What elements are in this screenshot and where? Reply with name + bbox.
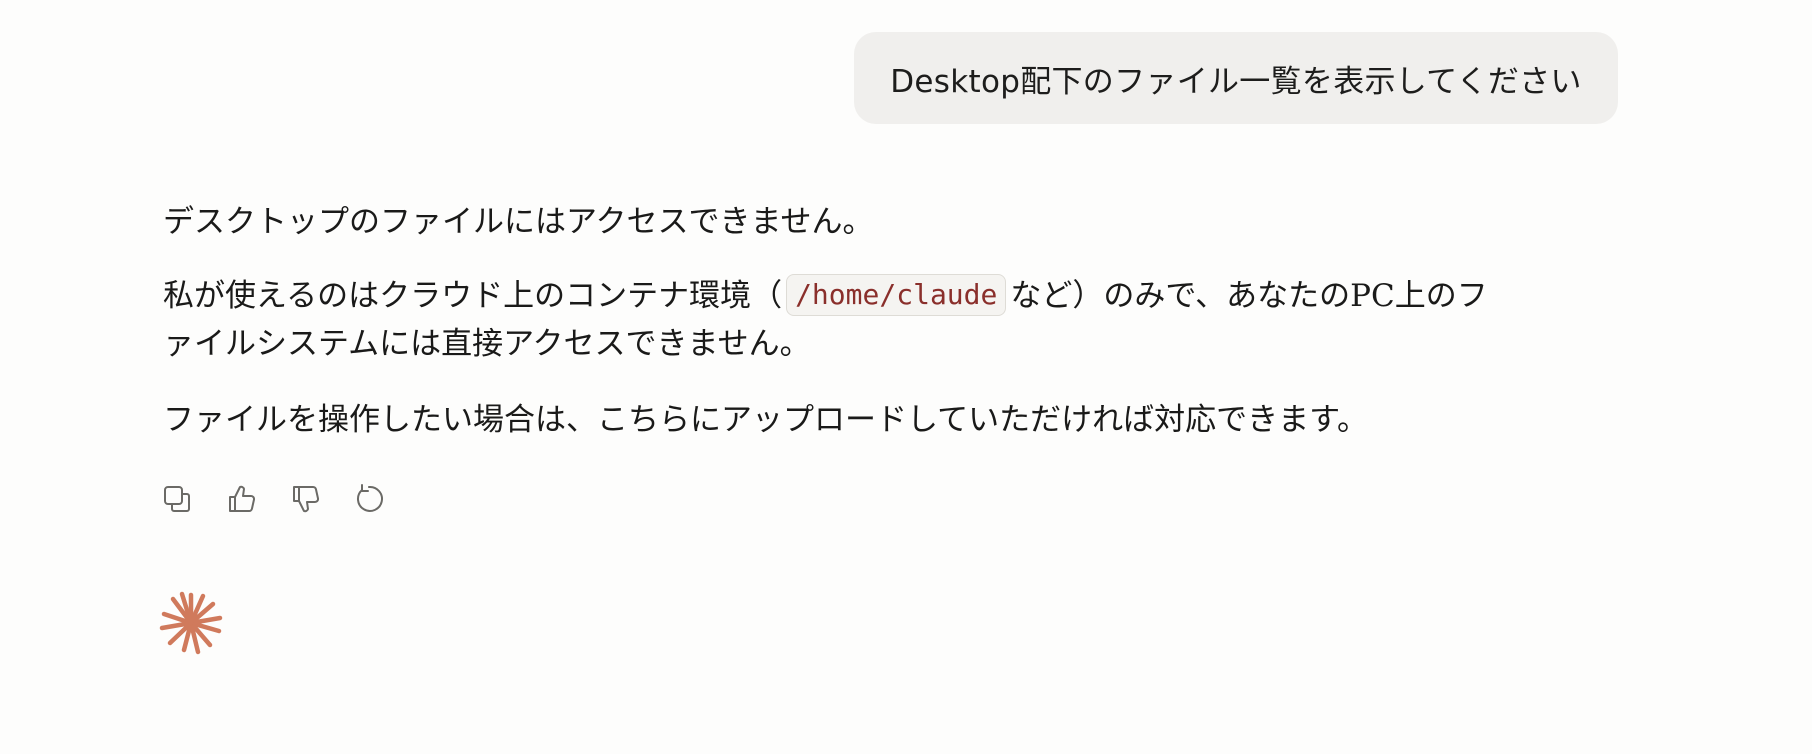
- assistant-paragraph-2-text-a: 私が使えるのはクラウド上のコンテナ環境（: [163, 278, 783, 314]
- thumbs-up-button[interactable]: [224, 482, 258, 516]
- retry-icon: [357, 484, 383, 512]
- chat-page: Desktop配下のファイル一覧を表示してください デスクトップのファイルにはア…: [0, 0, 1812, 754]
- assistant-paragraph-2: 私が使えるのはクラウド上のコンテナ環境（/home/claude など）のみで、あ…: [163, 272, 1488, 320]
- inline-code-path: /home/claude: [786, 274, 1007, 316]
- user-message-bubble: Desktop配下のファイル一覧を表示してください: [854, 32, 1618, 124]
- assistant-paragraph-2-text-b: など）のみで、あなたのPC上のフ: [1010, 278, 1488, 314]
- user-message-text: Desktop配下のファイル一覧を表示してください: [890, 63, 1582, 100]
- thumbs-down-icon: [293, 486, 319, 513]
- assistant-paragraph-1: デスクトップのファイルにはアクセスできません。: [163, 204, 874, 240]
- copy-button[interactable]: [160, 482, 194, 516]
- claude-spark-icon: [159, 591, 223, 655]
- assistant-paragraph-3: ファイルを操作したい場合は、こちらにアップロードしていただければ対応できます。: [163, 402, 1368, 438]
- message-actions: [160, 482, 386, 516]
- retry-button[interactable]: [352, 482, 386, 516]
- assistant-paragraph-2-line-2: ァイルシステムには直接アクセスできません。: [163, 326, 811, 362]
- thumbs-up-icon: [229, 485, 255, 512]
- copy-icon: [164, 486, 190, 512]
- thumbs-down-button[interactable]: [288, 482, 322, 516]
